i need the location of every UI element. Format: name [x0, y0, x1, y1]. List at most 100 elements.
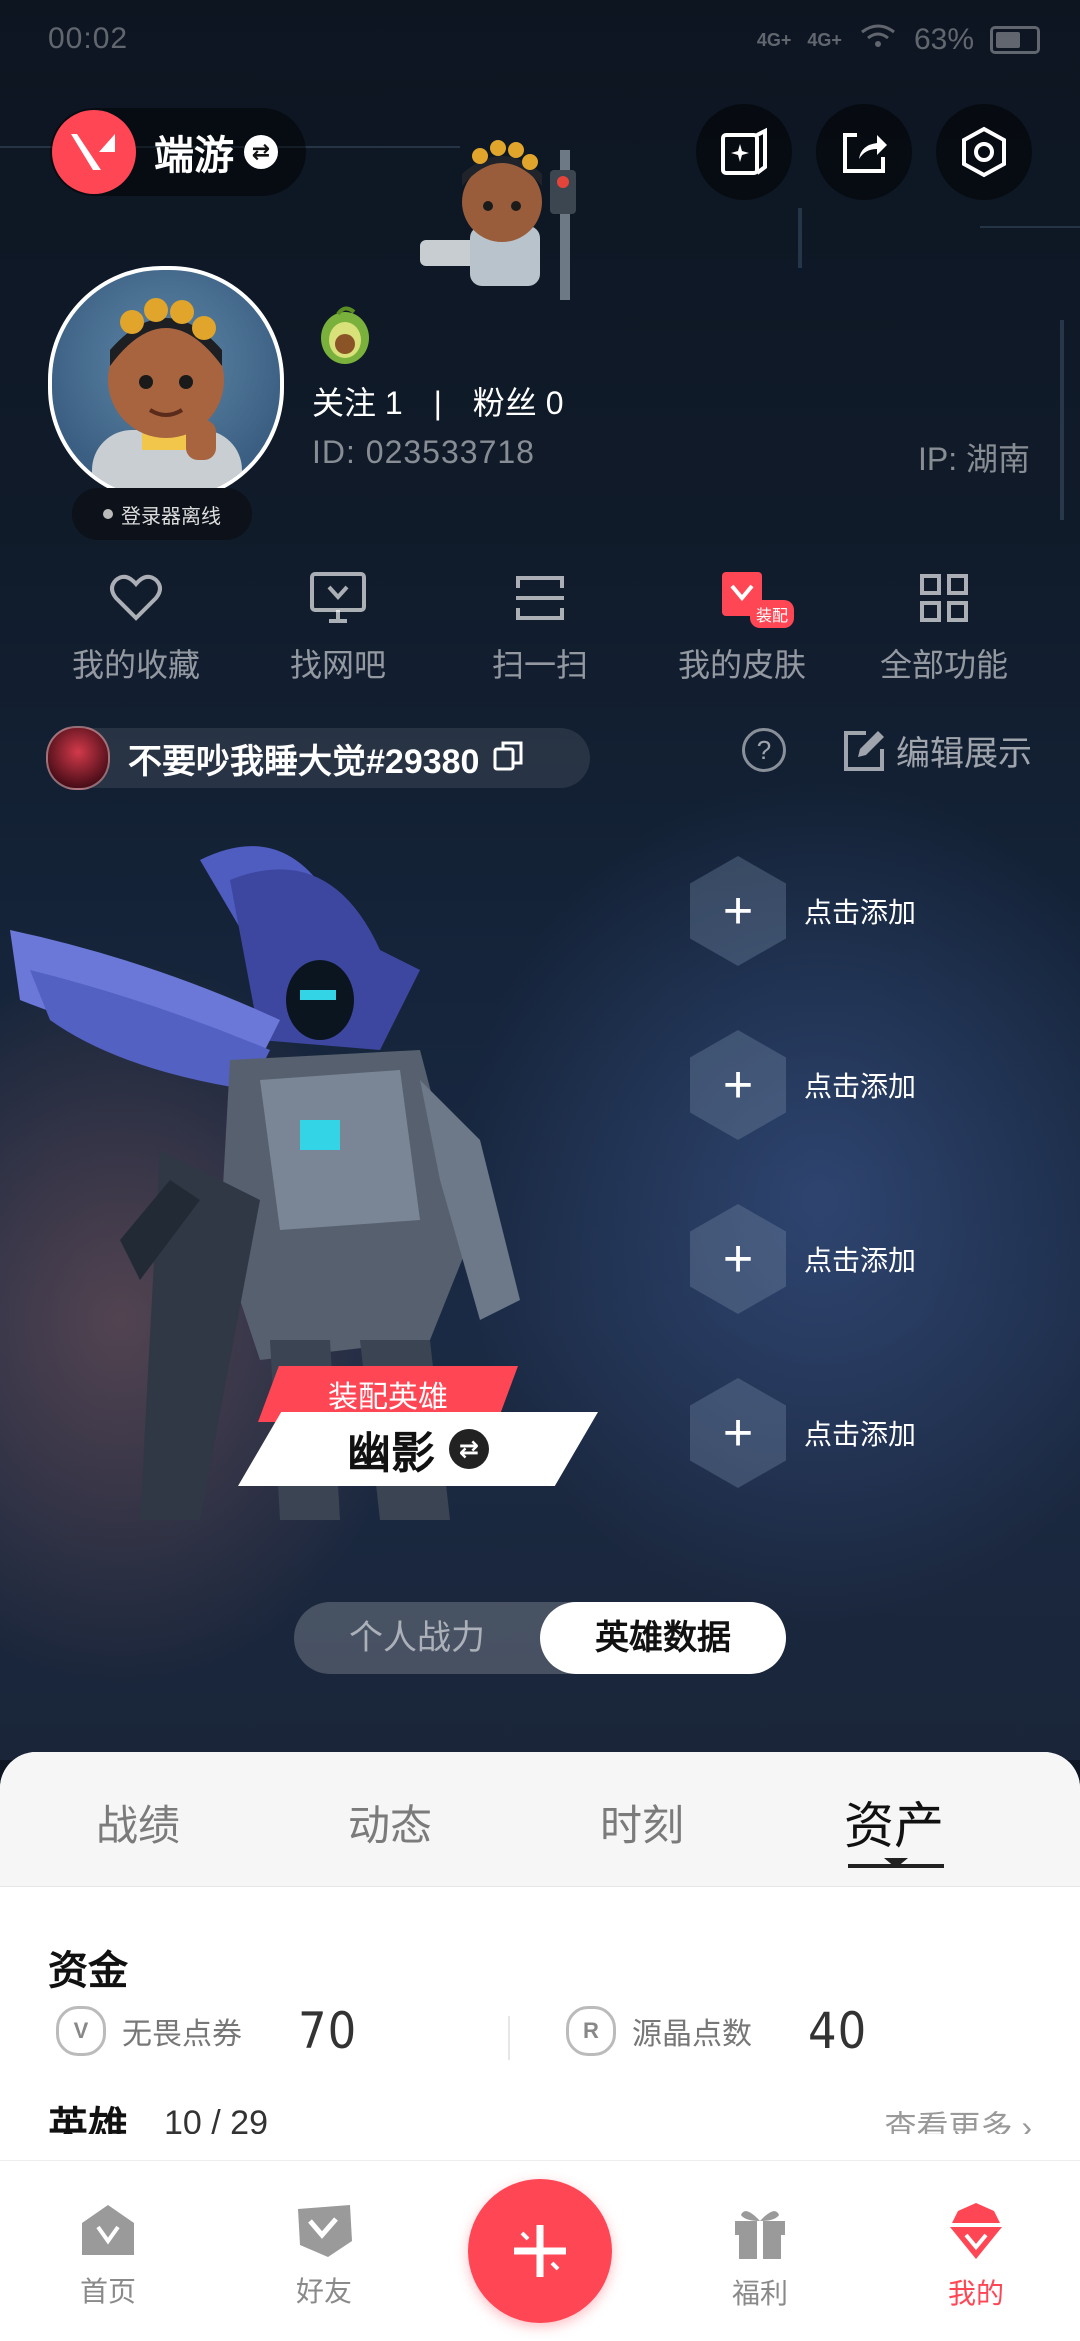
quick-item-label: 我的收藏 — [71, 647, 200, 683]
avocado-badge-icon — [321, 306, 369, 364]
add-icon: + — [690, 1030, 786, 1140]
funds-title: 资金 — [48, 1949, 128, 1993]
fans-count[interactable]: 0 — [546, 385, 564, 421]
decor-line — [798, 208, 802, 268]
showcase-slot[interactable]: + 点击添加 — [690, 1378, 1070, 1488]
ip-location: IP: 湖南 — [917, 441, 1030, 477]
tab-activity[interactable]: 动态 — [280, 1792, 500, 1853]
follow-stats: 关注 1 | 粉丝 0 — [312, 378, 564, 424]
status-dot — [103, 509, 113, 519]
nav-label: 首页 — [79, 2276, 136, 2307]
scan-icon — [516, 576, 564, 620]
quick-item-scan[interactable]: 扫一扫 — [440, 566, 640, 686]
home-icon — [82, 2205, 134, 2255]
signal-2: 4G+ — [807, 30, 842, 50]
nav-label: 我的 — [947, 2278, 1004, 2309]
segment-agent-data[interactable]: 英雄数据 — [540, 1602, 786, 1674]
fund-value: 70 — [298, 2002, 358, 2060]
add-icon: + — [690, 1204, 786, 1314]
quick-functions: 我的收藏 找网吧 扫一扫 装配 我的皮肤 全部功能 — [0, 566, 1080, 696]
share-icon — [843, 133, 887, 173]
mascot-illustration — [420, 140, 576, 300]
swap-icon: ⇄ — [244, 135, 278, 169]
nav-label: 好友 — [295, 2276, 352, 2307]
decor-line — [1060, 320, 1064, 520]
create-post-button[interactable] — [468, 2179, 612, 2323]
monitor-icon — [310, 572, 366, 623]
quick-item-label: 我的皮肤 — [677, 647, 806, 683]
showcase-slot[interactable]: + 点击添加 — [690, 1204, 1070, 1314]
battery-percent: 63% — [913, 23, 974, 56]
status-icons: 4G+ 4G+ 63% — [757, 22, 1040, 58]
quick-item-label: 扫一扫 — [491, 647, 588, 683]
equipped-agent-button[interactable]: 幽影 ⇄ — [238, 1412, 598, 1486]
wifi-icon — [858, 22, 898, 58]
fans-label[interactable]: 粉丝 — [473, 385, 537, 421]
segment-personal-power[interactable]: 个人战力 — [294, 1602, 540, 1674]
decor-line — [980, 226, 1080, 228]
follow-count[interactable]: 1 — [385, 385, 403, 421]
slot-label: 点击添加 — [804, 1245, 917, 1276]
fund-label: 源晶点数 — [632, 2018, 752, 2051]
tab-record[interactable]: 战绩 — [28, 1792, 248, 1853]
fund-value: 40 — [808, 2002, 868, 2060]
follow-label[interactable]: 关注 — [312, 385, 376, 421]
quick-item-netcafe[interactable]: 找网吧 — [238, 566, 438, 686]
status-bar: 00:02 4G+ 4G+ 63% — [48, 18, 1040, 68]
share-button[interactable] — [816, 104, 912, 200]
equipped-agent-name: 幽影 — [347, 1429, 435, 1478]
fund-divider — [508, 2016, 510, 2060]
edit-icon — [844, 730, 884, 771]
friends-icon — [298, 2205, 352, 2257]
stats-separator: | — [433, 385, 442, 421]
radianite-icon: R — [566, 2006, 616, 2056]
player-name: 不要吵我睡大觉#29380 — [128, 742, 480, 781]
heroes-count: 10 / 29 — [164, 2104, 268, 2134]
settings-icon — [962, 126, 1006, 178]
fund-valorant-points: V 无畏点券 70 — [56, 2002, 357, 2060]
avatar[interactable] — [48, 266, 284, 502]
edit-showcase-button[interactable]: 编辑展示 — [842, 726, 1032, 775]
copy-icon[interactable] — [491, 739, 525, 778]
profile-tabs: 战绩 动态 时刻 资产 — [0, 1752, 1080, 1887]
tab-assets[interactable]: 资产 — [784, 1786, 1004, 1858]
heroes-section-header: 英雄 10 / 29 查看更多 › — [48, 2074, 1032, 2134]
edit-showcase-label: 编辑展示 — [896, 735, 1032, 773]
quick-item-label: 全部功能 — [879, 647, 1008, 683]
bottom-navigation: 首页 好友 福利 我的 — [0, 2160, 1080, 2341]
heart-icon — [110, 574, 162, 621]
quick-item-favorites[interactable]: 我的收藏 — [36, 566, 236, 686]
nav-benefits[interactable]: 福利 — [690, 2201, 830, 2312]
slot-label: 点击添加 — [804, 897, 917, 928]
quick-item-label: 找网吧 — [289, 647, 386, 683]
login-status-text: 登录器离线 — [121, 505, 221, 528]
tab-moments[interactable]: 时刻 — [532, 1792, 752, 1853]
fund-radianite-points: R 源晶点数 40 — [566, 2002, 867, 2060]
profile-icon — [946, 2203, 1006, 2259]
game-switch-button[interactable]: 端游 ⇄ — [50, 108, 306, 196]
settings-button[interactable] — [936, 104, 1032, 200]
login-status-badge: 登录器离线 — [72, 488, 252, 540]
signal-1: 4G+ — [756, 30, 792, 50]
gift-icon — [735, 2211, 785, 2259]
valorant-logo-icon — [52, 110, 136, 194]
fund-label: 无畏点券 — [122, 2018, 242, 2051]
status-time: 00:02 — [48, 22, 129, 55]
game-switch-label: 端游 — [154, 134, 234, 178]
grid-icon — [920, 574, 968, 622]
showcase-slot[interactable]: + 点击添加 — [690, 1030, 1070, 1140]
nav-home[interactable]: 首页 — [38, 2201, 178, 2310]
spark-card-button[interactable] — [696, 104, 792, 200]
tab-indicator-notch — [884, 1858, 908, 1868]
player-name-tag[interactable]: 不要吵我睡大觉#29380 — [46, 726, 590, 790]
battery-icon — [990, 26, 1040, 54]
nav-profile[interactable]: 我的 — [906, 2201, 1046, 2312]
quick-item-all[interactable]: 全部功能 — [844, 566, 1044, 686]
see-more-link[interactable]: 查看更多 › — [884, 2102, 1032, 2134]
quick-item-skins[interactable]: 装配 我的皮肤 — [642, 566, 842, 686]
slot-label: 点击添加 — [804, 1419, 917, 1450]
heroes-title: 英雄 — [48, 2105, 128, 2134]
nav-friends[interactable]: 好友 — [254, 2201, 394, 2310]
showcase-slot[interactable]: + 点击添加 — [690, 856, 1070, 966]
help-icon[interactable]: ? — [742, 728, 786, 772]
